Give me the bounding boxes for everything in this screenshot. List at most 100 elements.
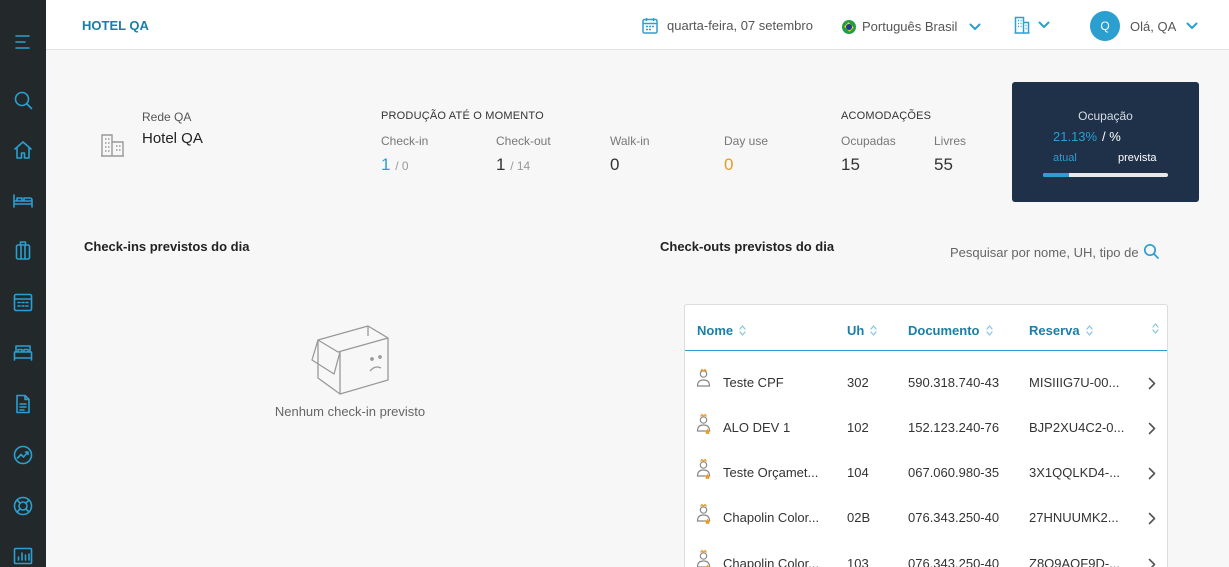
sidebar-item-rooms[interactable] — [9, 338, 37, 366]
avatar: Q — [1090, 11, 1120, 41]
sort-icon — [985, 325, 993, 336]
checkin-label: Check-in — [381, 134, 429, 148]
network-name: Rede QA — [142, 110, 192, 124]
top-bar: HOTEL QA quarta-feira, 07 setembro Portu… — [46, 0, 1229, 50]
table-row[interactable]: Teste CPF 302 590.318.740-43 MISIIIG7U-0… — [685, 357, 1167, 402]
brazil-flag-icon — [842, 19, 856, 34]
checkin-stat: 1 / 0 — [381, 155, 409, 175]
hamburger-menu-icon — [15, 35, 30, 49]
checkout-stat: 1 / 14 — [496, 155, 530, 175]
hotel-title: Hotel QA — [142, 130, 203, 147]
reservation-code: Z8Q9AQF9D-... — [1029, 556, 1121, 567]
sidebar-item-reservations[interactable] — [9, 186, 37, 214]
guest-name: Chapolin Color... — [723, 556, 820, 567]
sort-icon — [870, 325, 877, 336]
document-number: 152.123.240-76 — [908, 420, 1000, 435]
free-value: 55 — [934, 155, 953, 174]
column-reservation-header[interactable]: Reserva — [1029, 323, 1093, 338]
column-reservation-label: Reserva — [1029, 323, 1080, 338]
bed-icon — [13, 194, 33, 208]
document-icon — [16, 394, 30, 414]
sort-icon — [1152, 323, 1159, 334]
occupancy-progress-bar — [1043, 173, 1168, 177]
user-menu[interactable]: Q Olá, QA — [1090, 11, 1198, 41]
column-actions-header[interactable] — [1152, 323, 1159, 334]
column-name-header[interactable]: Nome — [697, 323, 746, 338]
chevron-right-icon[interactable] — [1148, 512, 1156, 525]
guest-name: Teste Orçamet... — [723, 465, 819, 480]
chevron-right-icon[interactable] — [1148, 422, 1156, 435]
document-number: 076.343.250-40 — [908, 556, 1000, 567]
guest-name: Chapolin Color... — [723, 510, 820, 525]
column-uh-header[interactable]: Uh — [847, 323, 877, 338]
column-name-label: Nome — [697, 323, 734, 338]
checkins-title: Check-ins previstos do dia — [84, 239, 250, 254]
hotel-name-link[interactable]: HOTEL QA — [82, 18, 149, 33]
occupied-value: 15 — [841, 155, 860, 174]
chevron-right-icon[interactable] — [1148, 558, 1156, 567]
checkouts-title: Check-outs previstos do dia — [660, 239, 835, 254]
search-icon — [14, 91, 33, 110]
sidebar-item-calendar[interactable] — [9, 288, 37, 316]
search-icon[interactable] — [1143, 243, 1160, 260]
checkouts-table: Nome Uh Documento Reserva Teste CPF 302 … — [684, 304, 1168, 567]
table-row[interactable]: Teste Orçamet... 104 067.060.980-35 3X1Q… — [685, 447, 1167, 492]
sidebar-item-support[interactable] — [9, 492, 37, 520]
accommodations-title: ACOMODAÇÕES — [841, 110, 932, 122]
room-number: 02B — [847, 510, 871, 525]
production-title: PRODUÇÃO ATÉ O MOMENTO — [381, 110, 544, 122]
table-row[interactable]: ALO DEV 1 102 152.123.240-76 BJP2XU4C2-0… — [685, 402, 1167, 447]
chevron-down-icon — [1038, 21, 1050, 28]
sidebar-item-checkin[interactable] — [9, 236, 37, 264]
occupancy-title: Ocupação — [1078, 109, 1133, 123]
vip-guest-icon — [696, 503, 711, 524]
table-header: Nome Uh Documento Reserva — [685, 305, 1167, 351]
checkout-value: 1 — [496, 155, 506, 174]
reservation-code: MISIIIG7U-00... — [1029, 375, 1120, 390]
property-selector[interactable] — [1014, 16, 1050, 34]
dayuse-value: 0 — [724, 155, 734, 174]
checkout-search-input[interactable] — [950, 242, 1140, 262]
sidebar-item-search[interactable] — [9, 86, 37, 114]
language-selector[interactable]: Português Brasil — [842, 19, 981, 34]
chevron-right-icon[interactable] — [1148, 467, 1156, 480]
column-uh-label: Uh — [847, 323, 865, 338]
guest-name: Teste CPF — [723, 375, 784, 390]
document-number: 076.343.250-40 — [908, 510, 1000, 525]
menu-toggle-button[interactable] — [9, 28, 37, 56]
sort-icon — [739, 325, 746, 336]
sidebar-item-home[interactable] — [9, 136, 37, 164]
column-document-header[interactable]: Documento — [908, 323, 993, 338]
sidebar-item-dashboard[interactable] — [9, 542, 37, 567]
building-icon — [1014, 16, 1030, 34]
free-label: Livres — [934, 134, 967, 148]
room-number: 103 — [847, 556, 869, 567]
document-number: 067.060.980-35 — [908, 465, 1000, 480]
table-row[interactable]: Chapolin Color... 103 076.343.250-40 Z8Q… — [685, 538, 1167, 567]
vip-guest-icon — [696, 413, 711, 434]
checkout-search — [950, 242, 1162, 262]
checkin-total: / 0 — [395, 159, 409, 173]
calendar-icon — [642, 18, 658, 34]
table-row[interactable]: Chapolin Color... 02B 076.343.250-40 27H… — [685, 492, 1167, 537]
calendar-grid-icon — [13, 293, 33, 312]
trend-chart-icon — [13, 445, 33, 465]
date-display: quarta-feira, 07 setembro — [642, 17, 813, 34]
checkins-empty-message: Nenhum check-in previsto — [274, 404, 426, 419]
sidebar-item-revenue[interactable] — [9, 441, 37, 469]
walkin-value: 0 — [610, 155, 620, 174]
checkout-label: Check-out — [496, 134, 551, 148]
guest-name: ALO DEV 1 — [723, 420, 791, 435]
vip-guest-icon — [696, 549, 711, 567]
sidebar-item-reports[interactable] — [9, 390, 37, 418]
reservation-code: 3X1QQLKD4-... — [1029, 465, 1121, 480]
occupied-label: Ocupadas — [841, 134, 896, 148]
occupancy-forecast-value: / % — [1102, 129, 1121, 144]
chevron-right-icon[interactable] — [1148, 377, 1156, 390]
current-date: quarta-feira, 07 setembro — [667, 18, 813, 33]
walkin-label: Walk-in — [610, 134, 650, 148]
chevron-down-icon — [969, 23, 981, 30]
checkout-total: / 14 — [510, 159, 531, 173]
document-number: 590.318.740-43 — [908, 375, 1000, 390]
dayuse-label: Day use — [724, 134, 769, 148]
